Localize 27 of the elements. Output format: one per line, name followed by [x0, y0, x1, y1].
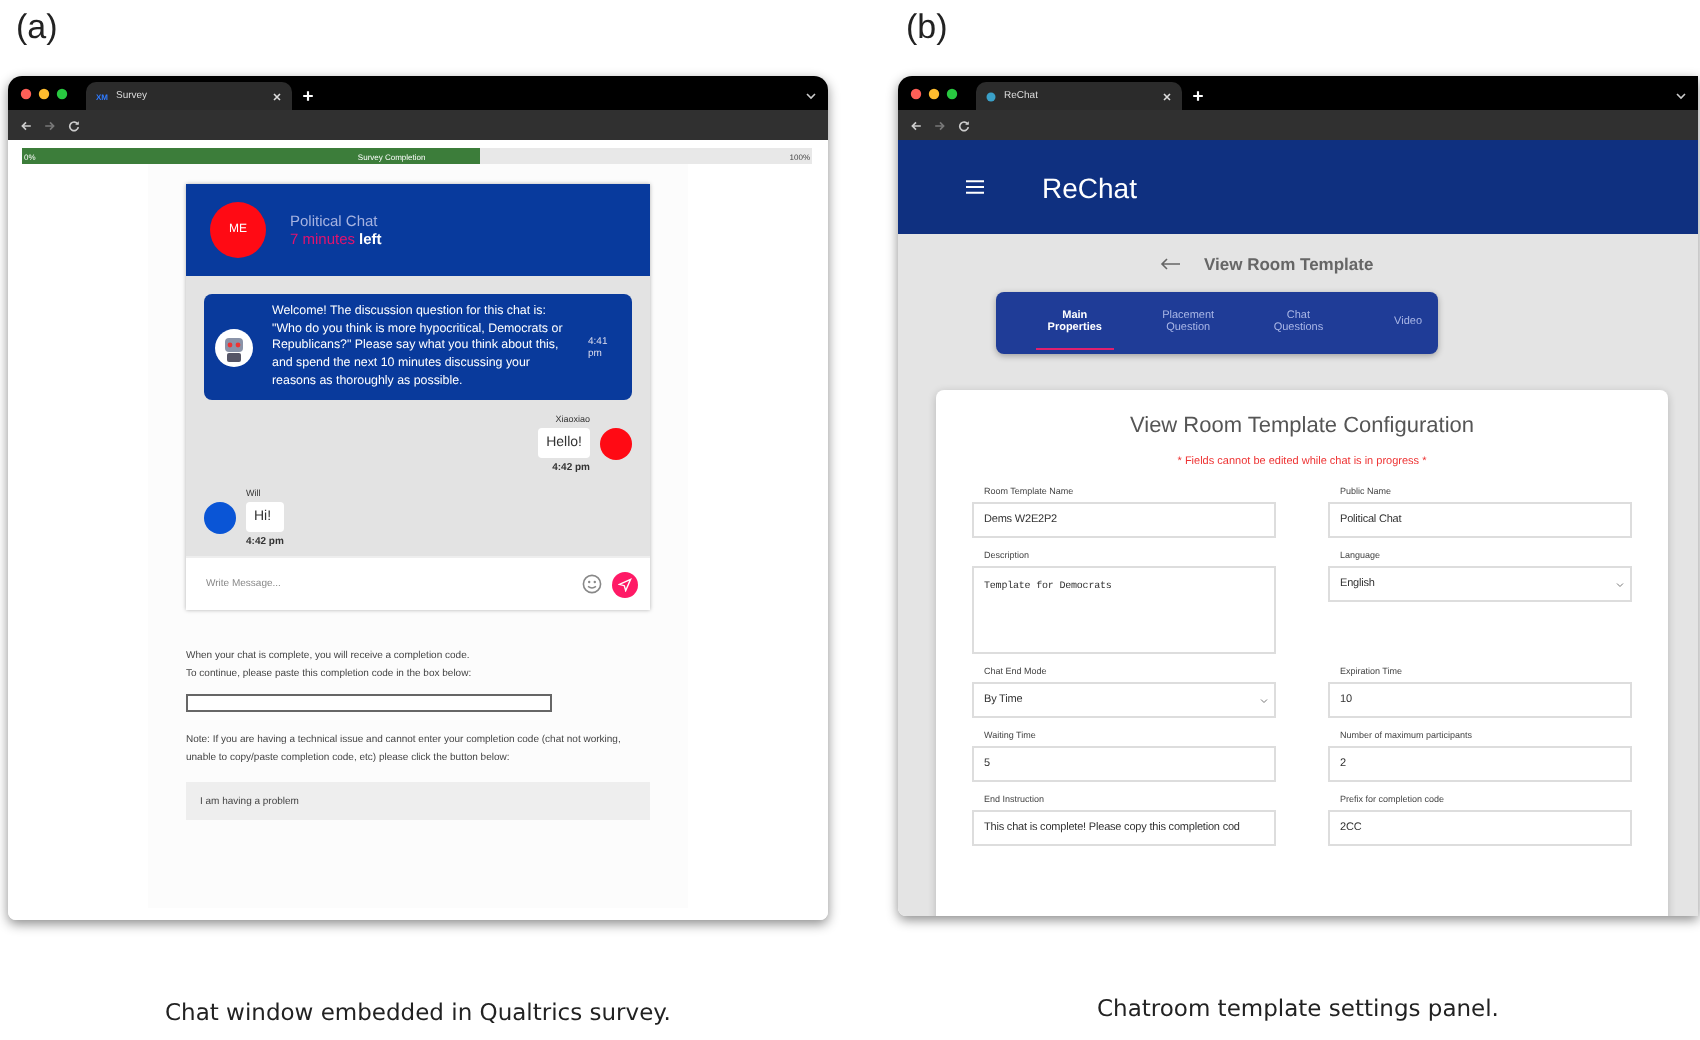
plus-icon[interactable] — [302, 90, 314, 102]
completion-code-field[interactable] — [186, 694, 552, 713]
app-title: ReChat — [1042, 171, 1137, 203]
close-icon[interactable] — [1162, 91, 1172, 101]
reload-icon[interactable] — [68, 119, 80, 131]
panel-label: (a) — [14, 6, 60, 50]
card-title: View Room Template Configuration — [1127, 414, 1477, 438]
send-button[interactable] — [612, 571, 638, 598]
caret-icon — [1260, 697, 1268, 703]
close-icon[interactable] — [272, 91, 282, 101]
robot-avatar-icon — [214, 327, 254, 368]
paper-plane-icon — [618, 577, 632, 592]
figure-caption: Chatroom template settings panel. — [1095, 994, 1501, 1022]
caret-icon — [1616, 581, 1624, 587]
chevron-down-icon[interactable] — [1676, 92, 1686, 100]
back-arrow-icon[interactable] — [1160, 258, 1180, 270]
globe-icon — [986, 91, 996, 101]
menu-icon[interactable] — [966, 180, 984, 194]
figure-caption: Chat window embedded in Qualtrics survey. — [163, 998, 673, 1026]
smiley-icon[interactable] — [582, 574, 602, 595]
plus-icon[interactable] — [1192, 90, 1204, 102]
forward-arrow-icon[interactable] — [44, 119, 56, 131]
page-title: View Room Template — [1204, 254, 1374, 274]
reload-icon[interactable] — [958, 119, 970, 131]
panel-label: (b) — [904, 6, 950, 50]
chevron-down-icon[interactable] — [806, 92, 816, 100]
forward-arrow-icon[interactable] — [934, 119, 946, 131]
